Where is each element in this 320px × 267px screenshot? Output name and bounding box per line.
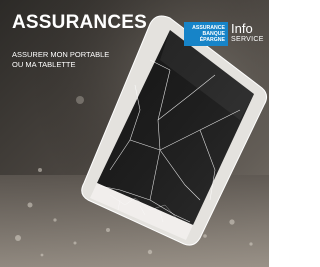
info-service-logo: ASSURANCE BANQUE ÉPARGNE Info SERVICE	[184, 21, 264, 46]
ad-banner: ASSURANCES ASSURER MON PORTABLE OU MA TA…	[0, 0, 269, 267]
page-title: ASSURANCES	[12, 12, 148, 33]
logo-service-text: SERVICE	[231, 36, 264, 43]
logo-line-epargne: ÉPARGNE	[199, 37, 225, 43]
logo-info-text: Info	[231, 21, 253, 36]
page-subtitle: ASSURER MON PORTABLE OU MA TABLETTE	[12, 50, 110, 69]
logo-badge: ASSURANCE BANQUE ÉPARGNE	[184, 22, 228, 46]
